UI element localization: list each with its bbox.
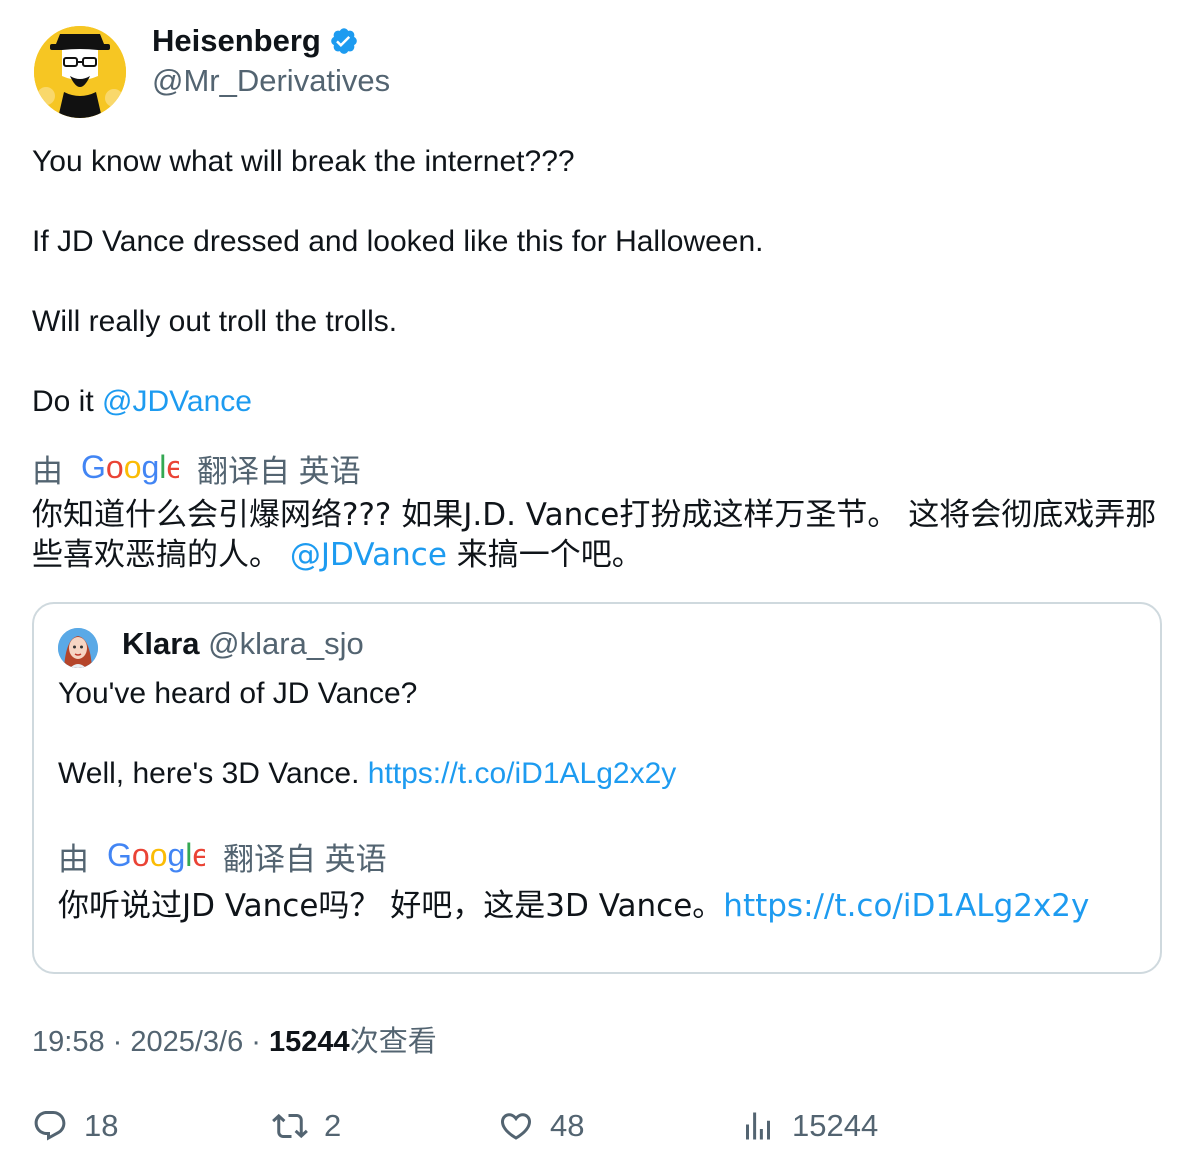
quoted-line: You've heard of JD Vance? xyxy=(58,677,418,710)
tweet-meta: 19:58 · 2025/3/6 · 15244次查看 xyxy=(32,1022,437,1062)
translation-by-label: 由 xyxy=(58,841,89,877)
quoted-author-name[interactable]: Klara xyxy=(122,626,200,661)
view-count: 15244 xyxy=(269,1026,350,1058)
tweet-line: Will really out troll the trolls. xyxy=(32,305,398,338)
reply-icon xyxy=(34,1111,66,1141)
google-logo: Google xyxy=(81,451,179,485)
views-count: 15244 xyxy=(792,1108,879,1143)
reply-button[interactable]: 18 xyxy=(32,1108,118,1144)
verified-badge-icon xyxy=(331,28,357,54)
translated-text-part: 来搞一个吧。 xyxy=(446,537,643,573)
translated-tweet-text: 你知道什么会引爆网络??? 如果J.D. Vance打扮成这样万圣节。 这将会彻… xyxy=(32,495,1172,575)
author-name-row[interactable]: Heisenberg xyxy=(152,22,359,60)
quoted-author-row: Klara @klara_sjo xyxy=(122,624,364,664)
tweet-date[interactable]: 2025/3/6 xyxy=(130,1026,243,1058)
tweet-line-text: Do it xyxy=(32,385,103,418)
url-link[interactable]: https://t.co/iD1ALg2x2y xyxy=(723,888,1089,924)
action-bar: 18 2 48 15244 xyxy=(32,1108,1162,1154)
tweet-text: You know what will break the internet???… xyxy=(32,142,1162,422)
heisenberg-avatar-image xyxy=(34,26,126,118)
like-count: 48 xyxy=(550,1108,585,1143)
url-link[interactable]: https://t.co/iD1ALg2x2y xyxy=(368,757,677,790)
tweet-line: You know what will break the internet??? xyxy=(32,145,575,178)
retweet-icon xyxy=(272,1113,308,1139)
reply-count: 18 xyxy=(84,1108,119,1143)
views-label: 次查看 xyxy=(349,1026,437,1058)
mention-link[interactable]: @JDVance xyxy=(290,537,447,573)
google-logo: Google xyxy=(107,839,205,873)
quoted-tweet[interactable]: Klara @klara_sjo You've heard of JD Vanc… xyxy=(32,602,1162,974)
meta-separator: · xyxy=(243,1026,270,1058)
klara-avatar-image xyxy=(58,628,98,668)
translation-label: 翻译自 英语 xyxy=(197,453,361,489)
translation-attribution[interactable]: 由 Google 翻译自 英语 xyxy=(32,448,361,489)
translation-by-label: 由 xyxy=(32,453,63,489)
retweet-count: 2 xyxy=(324,1108,342,1143)
quoted-translation-attribution[interactable]: 由 Google 翻译自 英语 xyxy=(58,836,387,877)
translation-label: 翻译自 英语 xyxy=(223,841,387,877)
views-button[interactable]: 15244 xyxy=(740,1108,878,1144)
author-name[interactable]: Heisenberg xyxy=(152,22,321,60)
quoted-author-avatar[interactable] xyxy=(58,628,98,668)
author-handle[interactable]: @Mr_Derivatives xyxy=(152,62,390,100)
like-icon xyxy=(500,1113,532,1140)
svg-text:Google: Google xyxy=(81,451,179,485)
quoted-translated-text: 你听说过JD Vance吗？ 好吧，这是3D Vance。https://t.c… xyxy=(58,886,1138,926)
tweet-time[interactable]: 19:58 xyxy=(32,1026,105,1058)
meta-separator: · xyxy=(104,1026,131,1058)
tweet-line: If JD Vance dressed and looked like this… xyxy=(32,225,764,258)
retweet-button[interactable]: 2 xyxy=(272,1108,341,1144)
like-button[interactable]: 48 xyxy=(498,1108,584,1144)
views-icon xyxy=(746,1112,770,1140)
quoted-line: Well, here's 3D Vance. https://t.co/iD1A… xyxy=(58,754,1138,794)
translated-text-part: 你听说过JD Vance吗？ 好吧，这是3D Vance。 xyxy=(58,888,724,924)
mention-link[interactable]: @JDVance xyxy=(102,385,252,418)
svg-text:Google: Google xyxy=(107,839,205,873)
tweet-line: Do it @JDVance xyxy=(32,382,1162,422)
quoted-author-handle[interactable]: @klara_sjo xyxy=(208,626,364,661)
author-avatar[interactable] xyxy=(34,26,126,118)
quoted-line-text: Well, here's 3D Vance. xyxy=(58,757,368,790)
quoted-tweet-text: You've heard of JD Vance? Well, here's 3… xyxy=(58,674,1138,794)
